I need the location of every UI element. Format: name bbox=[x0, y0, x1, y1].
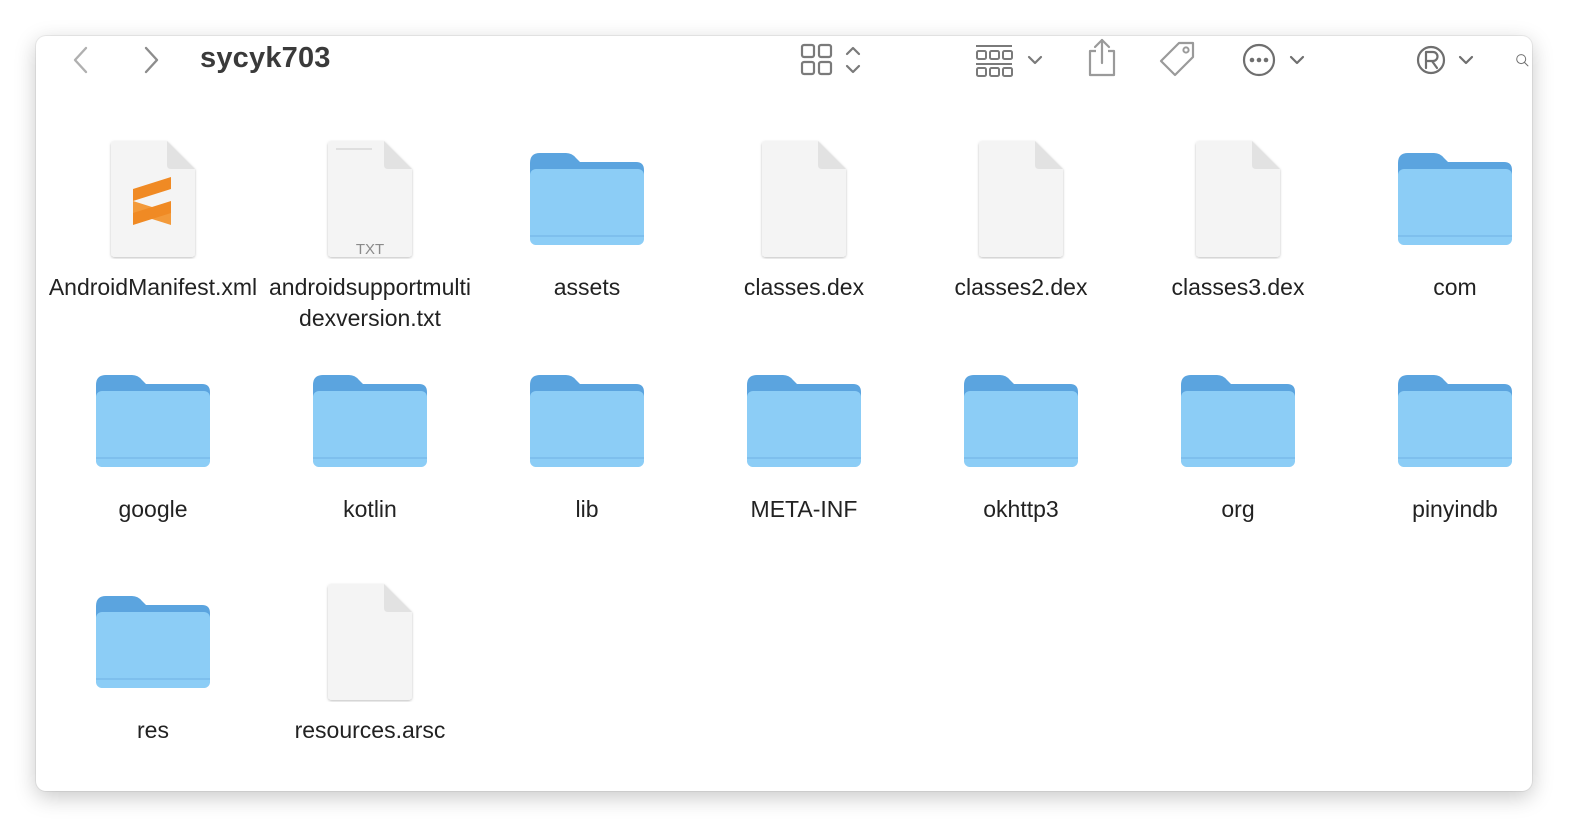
folder-icon bbox=[916, 356, 1126, 486]
file-item[interactable]: lib bbox=[482, 356, 692, 566]
file-item[interactable]: resources.arsc bbox=[265, 577, 475, 787]
file-name-label: AndroidManifest.xml bbox=[48, 274, 258, 300]
file-type-badge: TXT bbox=[355, 241, 385, 258]
file-item[interactable]: pinyindb bbox=[1350, 356, 1532, 566]
folder-icon bbox=[265, 356, 475, 486]
file-item[interactable]: res bbox=[48, 577, 258, 787]
file-grid: AndroidManifest.xml TXT androidsupportmult… bbox=[36, 36, 1532, 791]
file-name-label: pinyindb bbox=[1412, 496, 1498, 522]
file-item[interactable]: META-INF bbox=[699, 356, 909, 566]
file-name-label: classes2.dex bbox=[954, 274, 1088, 300]
file-item[interactable]: classes.dex bbox=[699, 134, 909, 344]
file-item[interactable]: classes3.dex bbox=[1133, 134, 1343, 344]
file-item[interactable]: org bbox=[1133, 356, 1343, 566]
file-item[interactable]: kotlin bbox=[265, 356, 475, 566]
txt-file-icon: TXT bbox=[265, 134, 475, 264]
folder-icon bbox=[48, 577, 258, 707]
file-item[interactable]: classes2.dex bbox=[916, 134, 1126, 344]
file-name-label: org bbox=[1221, 496, 1255, 522]
folder-icon bbox=[482, 134, 692, 264]
folder-icon bbox=[1350, 134, 1532, 264]
file-name-label: lib bbox=[575, 496, 599, 522]
document-icon bbox=[699, 134, 909, 264]
file-name-label: classes.dex bbox=[743, 274, 865, 300]
file-item[interactable]: okhttp3 bbox=[916, 356, 1126, 566]
file-name-label: resources.arsc bbox=[294, 717, 446, 743]
file-name-label: okhttp3 bbox=[983, 496, 1059, 522]
document-icon bbox=[265, 577, 475, 707]
file-name-label: res bbox=[137, 717, 169, 743]
file-name-label: classes3.dex bbox=[1171, 274, 1305, 300]
file-name-label: google bbox=[118, 496, 188, 522]
file-item[interactable]: google bbox=[48, 356, 258, 566]
file-name-label: androidsupportmultidexversion.txt bbox=[268, 274, 471, 331]
document-icon bbox=[1133, 134, 1343, 264]
file-name-label: assets bbox=[553, 274, 621, 300]
folder-icon bbox=[482, 356, 692, 486]
file-item[interactable]: TXT androidsupportmultidexversion.txt bbox=[265, 134, 475, 344]
file-item[interactable]: com bbox=[1350, 134, 1532, 344]
finder-window: sycyk703 AndroidManifest.xml TXT android… bbox=[36, 36, 1532, 791]
file-item[interactable]: AndroidManifest.xml bbox=[48, 134, 258, 344]
folder-icon bbox=[699, 356, 909, 486]
folder-icon bbox=[1350, 356, 1532, 486]
file-name-label: META-INF bbox=[750, 496, 858, 522]
file-name-label: com bbox=[1433, 274, 1477, 300]
folder-icon bbox=[1133, 356, 1343, 486]
file-item[interactable]: assets bbox=[482, 134, 692, 344]
file-name-label: kotlin bbox=[343, 496, 397, 522]
sublime-xml-file-icon bbox=[48, 134, 258, 264]
folder-icon bbox=[48, 356, 258, 486]
document-icon bbox=[916, 134, 1126, 264]
